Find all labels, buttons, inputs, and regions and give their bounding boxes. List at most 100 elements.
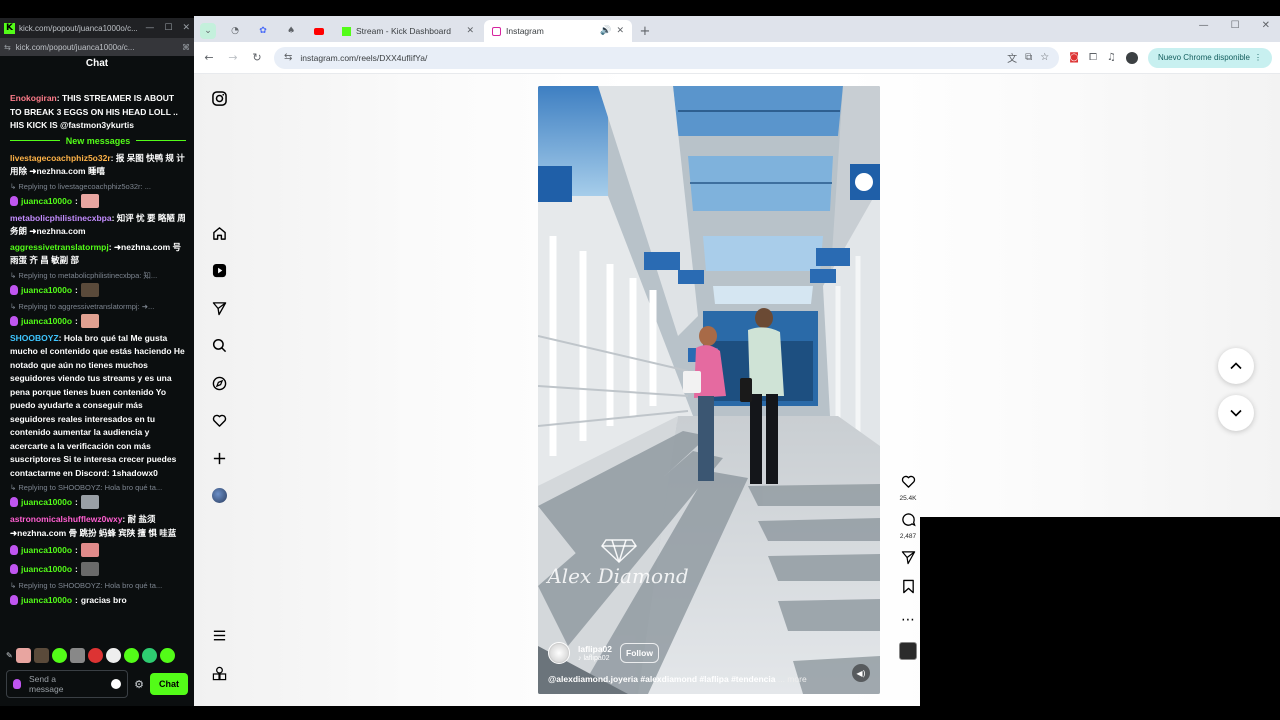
chat-username[interactable]: juanca1000o	[21, 592, 72, 608]
chat-username[interactable]: astronomicalshufflewz0wxy	[10, 514, 122, 524]
translate-icon[interactable]: 文	[1007, 50, 1017, 65]
back-icon[interactable]: ←	[202, 51, 216, 64]
address-url[interactable]: instagram.com/reels/DXX4ufIifYa/	[300, 53, 999, 63]
new-tab-button[interactable]: +	[634, 20, 656, 42]
emote[interactable]	[105, 648, 121, 663]
send-icon[interactable]	[208, 297, 230, 319]
previous-reel-button[interactable]	[1218, 348, 1254, 384]
tab-close-icon[interactable]: ✕	[616, 26, 624, 36]
profile-avatar[interactable]	[1125, 51, 1138, 64]
reel-author-avatar[interactable]	[548, 642, 570, 664]
emote[interactable]	[69, 648, 85, 663]
save-icon[interactable]	[901, 579, 916, 598]
pinned-tab-youtube[interactable]	[306, 20, 332, 42]
emoji-icon[interactable]	[111, 679, 122, 689]
chat-input[interactable]: Send a message	[6, 670, 129, 698]
pinned-tab[interactable]: ◔	[222, 20, 248, 42]
emote[interactable]	[80, 313, 99, 328]
close-icon[interactable]: ✕	[182, 23, 190, 33]
bookmark-star-icon[interactable]: ☆	[1040, 52, 1049, 63]
reply-context[interactable]: ↳ Replying to livestagecoachphiz5o32r: .…	[10, 181, 186, 193]
maximize-icon[interactable]: ☐	[1231, 20, 1240, 31]
chat-message-list[interactable]: Enokogiran: THIS STREAMER IS ABOUT TO BR…	[0, 92, 194, 662]
reply-context[interactable]: ↳ Replying to SHOOBOYZ: Hola bro qué ta.…	[10, 580, 186, 592]
more-link[interactable]: ... more	[778, 674, 807, 684]
like-icon[interactable]	[901, 474, 916, 493]
reply-context[interactable]: ↳ Replying to SHOOBOYZ: Hola bro qué ta.…	[10, 482, 186, 494]
search-icon[interactable]	[208, 334, 230, 356]
emote[interactable]	[80, 562, 99, 576]
emote[interactable]	[141, 648, 157, 663]
reel-audio-label[interactable]: laflipa02	[583, 655, 609, 662]
profile-avatar[interactable]	[208, 484, 230, 506]
cast-icon[interactable]: ⧉	[1025, 52, 1032, 63]
address-bar[interactable]: ⇆ instagram.com/reels/DXX4ufIifYa/ 文 ⧉ ☆	[274, 46, 1060, 69]
emote[interactable]	[80, 543, 99, 557]
emote[interactable]	[87, 648, 103, 663]
chat-username[interactable]: juanca1000o	[21, 282, 72, 298]
more-icon[interactable]: ⋯	[901, 612, 915, 628]
minimize-icon[interactable]: —	[145, 23, 154, 33]
emote[interactable]	[80, 495, 99, 509]
chat-username[interactable]: juanca1000o	[21, 313, 72, 329]
chat-username[interactable]: metabolicphilistinecxbpa	[10, 213, 112, 223]
chat-username[interactable]: aggressivetranslatormpj	[10, 242, 109, 252]
translate-icon[interactable]: ⌘	[182, 43, 190, 52]
emote-icon[interactable]: ✎	[6, 651, 13, 660]
explore-icon[interactable]	[208, 372, 230, 394]
chrome-update-button[interactable]: Nuevo Chrome disponible ⋮	[1147, 47, 1272, 68]
mic-icon[interactable]	[13, 679, 21, 689]
tab-kick-dashboard[interactable]: Stream - Kick Dashboard ✕	[334, 20, 482, 42]
settings-gear-icon[interactable]: ⚙	[134, 678, 144, 691]
reel-username[interactable]: laflipa02	[578, 644, 612, 655]
pinned-tab[interactable]: ♠	[278, 20, 304, 42]
chat-send-button[interactable]: Chat	[150, 673, 188, 695]
minimize-icon[interactable]: —	[1199, 20, 1209, 31]
reels-icon[interactable]	[208, 259, 230, 281]
chat-username[interactable]: SHOOBOYZ	[10, 333, 59, 343]
tab-audio-icon[interactable]: 🔊	[600, 26, 611, 36]
instagram-icon[interactable]	[208, 87, 230, 109]
plus-icon[interactable]	[208, 447, 230, 469]
chat-url[interactable]: kick.com/popout/juanca1000o/c...	[16, 43, 177, 52]
tab-instagram[interactable]: Instagram 🔊 ✕	[484, 20, 632, 42]
chat-username[interactable]: livestagecoachphiz5o32r	[10, 153, 111, 163]
media-icon[interactable]: ♫	[1107, 52, 1116, 63]
mute-icon[interactable]: ◀)	[852, 664, 870, 682]
emote[interactable]	[80, 193, 99, 208]
emote[interactable]	[80, 282, 99, 297]
chat-username[interactable]: juanca1000o	[21, 561, 72, 577]
chat-username[interactable]: juanca1000o	[21, 494, 72, 510]
chat-username[interactable]: juanca1000o	[21, 193, 72, 209]
heart-icon[interactable]	[208, 409, 230, 431]
audio-thumbnail[interactable]	[899, 642, 917, 660]
follow-button[interactable]: Follow	[620, 643, 659, 663]
forward-icon[interactable]: →	[226, 51, 240, 64]
site-info-icon[interactable]: ⇆	[4, 43, 11, 52]
emote[interactable]	[33, 648, 49, 663]
chat-username[interactable]: juanca1000o	[21, 542, 72, 558]
reload-icon[interactable]: ↻	[250, 51, 264, 64]
reel-video[interactable]: Alex Diamond laflipa02 ♪ laflipa02 Follo…	[538, 86, 880, 694]
close-icon[interactable]: ✕	[1262, 20, 1270, 31]
tab-close-icon[interactable]: ✕	[466, 26, 474, 36]
home-icon[interactable]	[208, 222, 230, 244]
site-info-icon[interactable]: ⇆	[284, 52, 292, 63]
pinned-tab[interactable]: ✿	[250, 20, 276, 42]
chat-username[interactable]: Enokogiran	[10, 93, 57, 103]
emote[interactable]	[15, 648, 31, 663]
comment-icon[interactable]	[901, 512, 916, 531]
extension-icon[interactable]: ◙	[1069, 52, 1079, 63]
reply-context[interactable]: ↳ Replying to metabolicphilistinecxbpa: …	[10, 270, 186, 282]
reply-context[interactable]: ↳ Replying to aggressivetranslatormpj: ➜…	[10, 301, 186, 313]
share-icon[interactable]	[901, 550, 916, 569]
emote[interactable]	[51, 648, 67, 663]
emote[interactable]	[159, 648, 175, 663]
next-reel-button[interactable]	[1218, 395, 1254, 431]
tab-search-icon[interactable]: ⌄	[200, 23, 216, 39]
emote[interactable]	[123, 648, 139, 663]
menu-icon[interactable]	[208, 624, 230, 646]
also-from-meta-icon[interactable]	[208, 662, 230, 684]
maximize-icon[interactable]: ☐	[164, 23, 172, 33]
extensions-puzzle-icon[interactable]: ⧠	[1089, 52, 1097, 63]
